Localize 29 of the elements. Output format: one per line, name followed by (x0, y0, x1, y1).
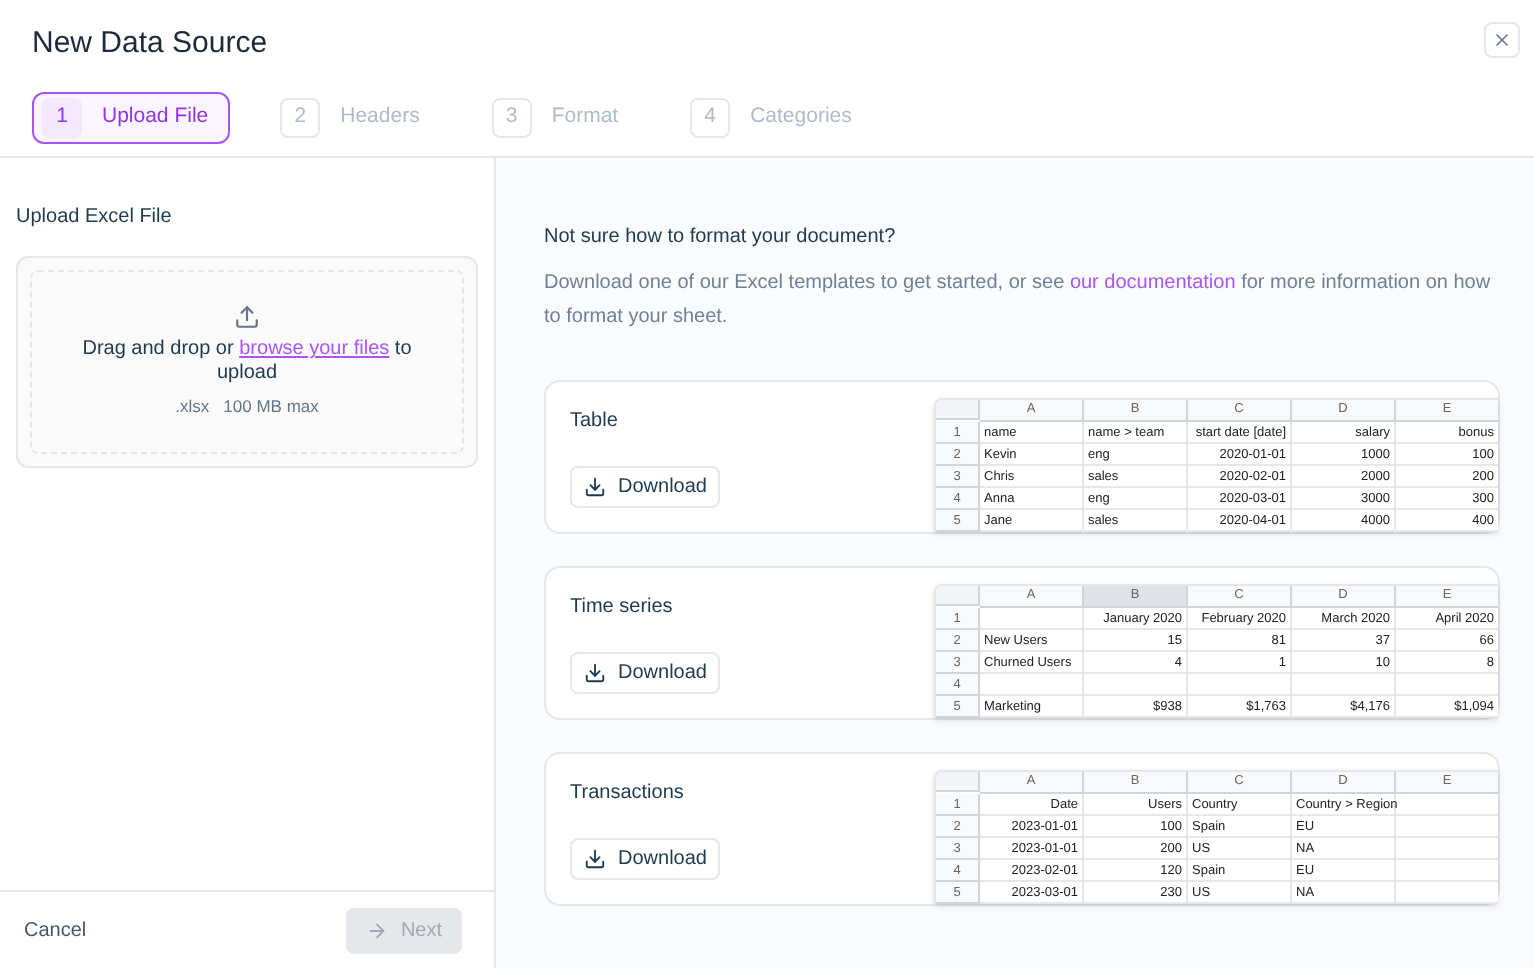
help-text: Download one of our Excel templates to get started, or see our documentation for more information on how to format your sheet. (544, 270, 1493, 332)
close-button[interactable] (1484, 22, 1520, 58)
download-icon (584, 662, 606, 684)
download-icon (584, 848, 606, 870)
download-button[interactable]: Download (570, 838, 721, 880)
drop-instructions: Drag and drop or browse your files to upload (80, 338, 414, 387)
browse-link[interactable]: browse your files (239, 338, 390, 361)
sheet-cell (1084, 674, 1188, 696)
file-hint: .xlsx 100 MB max (175, 394, 319, 420)
template-name: Table (570, 408, 618, 436)
sheet-cell (980, 608, 1084, 630)
sheet-cell (1292, 674, 1396, 696)
drop-zone[interactable]: Drag and drop or browse your files to upload .xlsx 100 MB max (30, 270, 464, 454)
sheet-cell (980, 674, 1084, 696)
template-name: Transactions (570, 780, 684, 808)
step-tab[interactable]: 1 Upload File (32, 92, 231, 144)
cancel-button[interactable]: Cancel (24, 915, 87, 945)
help-heading: Not sure how to format your document? (544, 224, 896, 252)
template-name: Time series (570, 594, 673, 622)
dialog-title: New Data Source (32, 24, 268, 64)
download-icon (584, 476, 606, 498)
sheet-cell (1188, 674, 1292, 696)
download-button[interactable]: Download (570, 652, 721, 694)
upload-icon (234, 304, 260, 331)
documentation-link[interactable]: our documentation (1069, 272, 1236, 294)
download-button[interactable]: Download (570, 466, 721, 508)
close-icon (1492, 30, 1512, 50)
arrow-right-icon (366, 919, 389, 941)
section-heading: Upload Excel File (16, 204, 172, 232)
